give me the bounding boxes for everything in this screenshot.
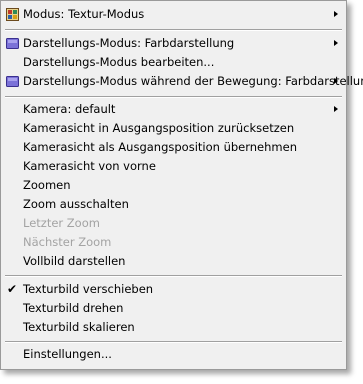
menu-item-label: Zoom ausschalten bbox=[23, 197, 129, 211]
menu-item-darstellungs-modus[interactable]: Darstellungs-Modus: Farbdarstellung bbox=[1, 34, 346, 53]
menu-item-texturbild-drehen[interactable]: Texturbild drehen bbox=[1, 299, 346, 318]
menu-separator bbox=[5, 96, 342, 98]
menu-item-texturbild-verschieben[interactable]: ✔ Texturbild verschieben bbox=[1, 280, 346, 299]
menu-item-label: Letzter Zoom bbox=[23, 216, 100, 230]
menu-item-label: Vollbild darstellen bbox=[23, 254, 126, 268]
menu-item-label: Einstellungen... bbox=[23, 347, 112, 361]
menu-separator bbox=[5, 29, 342, 31]
menu-item-label: Texturbild verschieben bbox=[23, 282, 154, 296]
menu-item-label: Zoomen bbox=[23, 178, 71, 192]
menu-item-label: Nächster Zoom bbox=[23, 235, 112, 249]
menu-item-label: Kamerasicht von vorne bbox=[23, 159, 156, 173]
menu-separator bbox=[5, 275, 342, 277]
submenu-arrow-icon bbox=[334, 78, 338, 84]
menu-item-label: Modus: Textur-Modus bbox=[23, 7, 145, 21]
menu-item-letzter-zoom: Letzter Zoom bbox=[1, 214, 346, 233]
menu-item-label: Darstellungs-Modus bearbeiten... bbox=[23, 55, 215, 69]
menu-item-zoom-ausschalten[interactable]: Zoom ausschalten bbox=[1, 195, 346, 214]
menu-item-label: Kamerasicht in Ausgangsposition zurückse… bbox=[23, 121, 295, 135]
menu-item-modus[interactable]: Modus: Textur-Modus bbox=[1, 5, 346, 24]
menu-item-label: Darstellungs-Modus während der Bewegung:… bbox=[23, 74, 363, 88]
menu-item-darstellungs-modus-bearbeiten[interactable]: Darstellungs-Modus bearbeiten... bbox=[1, 53, 346, 72]
menu-item-label: Kamera: default bbox=[23, 102, 116, 116]
context-menu: Modus: Textur-Modus Darstellungs-Modus: … bbox=[0, 0, 363, 370]
menu-item-label: Kamerasicht als Ausgangsposition überneh… bbox=[23, 140, 297, 154]
submenu-arrow-icon bbox=[334, 11, 338, 17]
menu-item-texturbild-skalieren[interactable]: Texturbild skalieren bbox=[1, 318, 346, 337]
menu-item-darstellungs-modus-bewegung[interactable]: Darstellungs-Modus während der Bewegung:… bbox=[1, 72, 363, 91]
submenu-arrow-icon bbox=[334, 40, 338, 46]
cube-icon bbox=[6, 76, 19, 87]
menu-item-label: Darstellungs-Modus: Farbdarstellung bbox=[23, 36, 235, 50]
texture-mode-icon bbox=[6, 8, 19, 21]
menu-item-kamerasicht-uebernehmen[interactable]: Kamerasicht als Ausgangsposition überneh… bbox=[1, 138, 346, 157]
menu-item-kamerasicht-zuruecksetzen[interactable]: Kamerasicht in Ausgangsposition zurückse… bbox=[1, 119, 346, 138]
menu-item-vollbild[interactable]: Vollbild darstellen bbox=[1, 252, 346, 271]
menu-item-zoomen[interactable]: Zoomen bbox=[1, 176, 346, 195]
menu-item-kamera[interactable]: Kamera: default bbox=[1, 100, 346, 119]
cube-icon bbox=[6, 38, 19, 49]
menu-item-label: Texturbild drehen bbox=[23, 301, 124, 315]
menu-item-kamerasicht-vorne[interactable]: Kamerasicht von vorne bbox=[1, 157, 346, 176]
menu-item-einstellungen[interactable]: Einstellungen... bbox=[1, 345, 346, 364]
checkmark-icon: ✔ bbox=[7, 282, 18, 296]
submenu-arrow-icon bbox=[334, 106, 338, 112]
menu-item-label: Texturbild skalieren bbox=[23, 320, 135, 334]
menu-separator bbox=[5, 341, 342, 343]
menu-item-naechster-zoom: Nächster Zoom bbox=[1, 233, 346, 252]
